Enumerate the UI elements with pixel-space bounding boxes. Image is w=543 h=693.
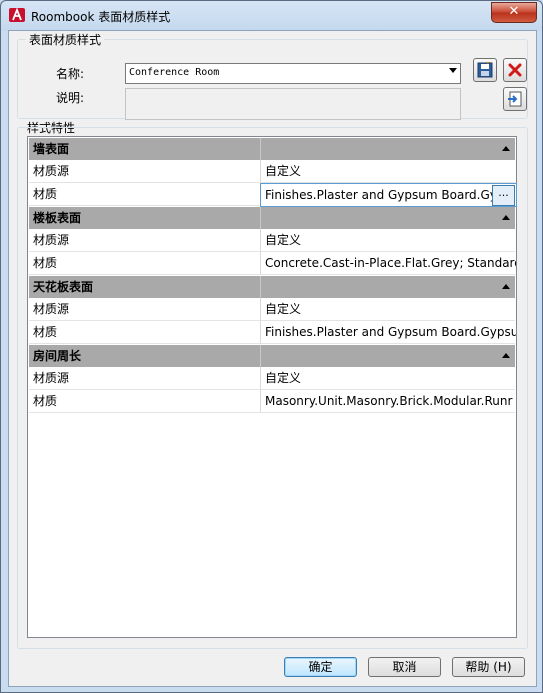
property-row[interactable]: 材质源 自定义 — [29, 367, 515, 390]
category-name: 房间周长 — [33, 349, 82, 363]
dialog-client: 表面材质样式 名称: Conference Room 说明: 样式特性 墙表面 … — [8, 30, 537, 687]
property-row[interactable]: 材质源 自定义 — [29, 160, 515, 183]
property-key: 材质 — [33, 256, 58, 270]
property-value[interactable]: Masonry.Unit.Masonry.Brick.Modular.Runr — [260, 390, 516, 412]
style-group-label: 表面材质样式 — [26, 31, 105, 48]
property-row[interactable]: 材质源 自定义 — [29, 298, 515, 321]
chevron-down-icon — [449, 68, 457, 73]
help-button[interactable]: 帮助 (H) — [452, 657, 525, 677]
category-row-ceiling[interactable]: 天花板表面 — [29, 276, 515, 298]
property-key: 材质源 — [33, 302, 70, 316]
material-edit-cell[interactable]: Finishes.Plaster and Gypsum Board.Gyp ..… — [260, 183, 517, 207]
category-blank — [260, 276, 516, 298]
category-row-wall[interactable]: 墙表面 — [29, 138, 515, 160]
property-key: 材质源 — [33, 371, 70, 385]
property-value[interactable]: Concrete.Cast-in-Place.Flat.Grey; Standa… — [260, 252, 516, 274]
properties-grid: 墙表面 材质源 自定义 材质 Finishes.Plaster and Gyps… — [27, 136, 517, 638]
category-blank — [260, 345, 516, 367]
cancel-button[interactable]: 取消 — [368, 657, 441, 677]
import-style-button[interactable] — [503, 87, 527, 111]
property-value[interactable]: Finishes.Plaster and Gypsum Board.Gypsur — [260, 321, 516, 343]
property-key: 材质 — [33, 187, 58, 201]
title-bar[interactable]: Roombook 表面材质样式 ✕ — [1, 1, 542, 29]
category-name: 天花板表面 — [33, 280, 94, 294]
category-name: 楼板表面 — [33, 211, 82, 225]
browse-button[interactable]: ... — [492, 185, 515, 206]
ok-button[interactable]: 确定 — [284, 657, 357, 677]
description-label: 说明: — [56, 91, 85, 105]
save-style-button[interactable] — [473, 58, 497, 82]
category-blank — [260, 138, 516, 160]
property-value[interactable]: 自定义 — [260, 160, 516, 182]
property-row[interactable]: 材质 Finishes.Plaster and Gypsum Board.Gyp… — [29, 183, 517, 207]
category-blank — [260, 207, 516, 229]
property-row[interactable]: 材质源 自定义 — [29, 229, 515, 252]
property-key: 材质源 — [33, 164, 70, 178]
collapse-icon[interactable] — [502, 353, 510, 358]
style-groupbox: 表面材质样式 名称: Conference Room 说明: — [17, 31, 528, 120]
close-button[interactable]: ✕ — [491, 2, 537, 23]
style-name-dropdown[interactable]: Conference Room — [125, 63, 461, 84]
property-row[interactable]: 材质 Finishes.Plaster and Gypsum Board.Gyp… — [29, 321, 516, 344]
property-key: 材质源 — [33, 233, 70, 247]
property-value[interactable]: 自定义 — [260, 298, 516, 320]
property-value[interactable]: Finishes.Plaster and Gypsum Board.Gyp — [265, 188, 505, 202]
property-row[interactable]: 材质 Concrete.Cast-in-Place.Flat.Grey; Sta… — [29, 252, 516, 275]
description-field[interactable] — [125, 88, 461, 120]
style-name-value: Conference Room — [129, 67, 220, 78]
autocad-logo-icon — [9, 7, 25, 22]
property-value[interactable]: 自定义 — [260, 229, 516, 251]
window-title: Roombook 表面材质样式 — [31, 10, 171, 24]
property-value[interactable]: 自定义 — [260, 367, 516, 389]
category-row-floor[interactable]: 楼板表面 — [29, 207, 515, 229]
collapse-icon[interactable] — [502, 284, 510, 289]
collapse-icon[interactable] — [502, 215, 510, 220]
properties-group-label: 样式特性 — [24, 119, 79, 136]
collapse-icon[interactable] — [502, 146, 510, 151]
property-key: 材质 — [33, 394, 58, 408]
name-label: 名称: — [56, 67, 85, 81]
property-key: 材质 — [33, 325, 58, 339]
category-row-perimeter[interactable]: 房间周长 — [29, 345, 515, 367]
dialog-window: Roombook 表面材质样式 ✕ 表面材质样式 名称: Conference … — [0, 0, 543, 693]
category-name: 墙表面 — [33, 142, 70, 156]
delete-style-button[interactable] — [503, 58, 527, 82]
property-row[interactable]: 材质 Masonry.Unit.Masonry.Brick.Modular.Ru… — [29, 390, 515, 413]
